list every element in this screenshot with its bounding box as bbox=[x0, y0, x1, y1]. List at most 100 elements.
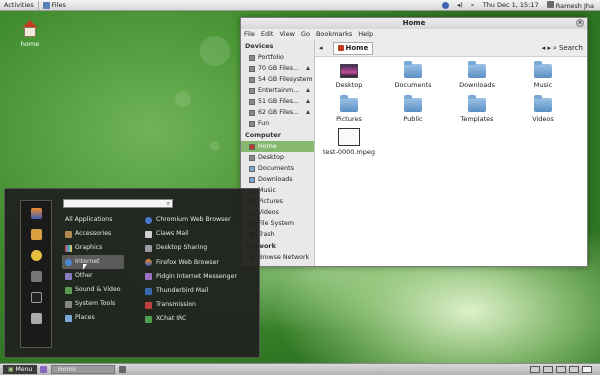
folder-icon bbox=[534, 95, 552, 112]
path-back-icon[interactable]: ◂ bbox=[319, 44, 323, 52]
close-icon[interactable]: × bbox=[576, 19, 584, 27]
volume-icon[interactable]: ◂) bbox=[457, 1, 463, 9]
system-tools-icon bbox=[65, 300, 72, 308]
category-other[interactable]: Other bbox=[62, 269, 124, 283]
workspace-2[interactable] bbox=[543, 366, 553, 373]
workspace-4[interactable] bbox=[569, 366, 579, 373]
search-button[interactable]: ◂ ▸ ⌕ Search bbox=[542, 44, 583, 53]
file-item-pictures[interactable]: Pictures bbox=[324, 95, 374, 123]
sidebar-item-51gb[interactable]: 51 GB Files... bbox=[241, 96, 314, 107]
top-panel: Activities Files ◂) ⌁ Thu Dec 1, 15:17 R… bbox=[0, 0, 600, 11]
nav-arrows-icon[interactable]: ◂ ▸ bbox=[542, 44, 551, 52]
clock[interactable]: Thu Dec 1, 15:17 bbox=[483, 1, 539, 9]
sidebar-item-label: Fun bbox=[258, 120, 270, 127]
eject-icon[interactable] bbox=[306, 110, 310, 114]
window-titlebar[interactable]: Home × bbox=[241, 18, 587, 29]
path-button-home[interactable]: Home bbox=[332, 41, 374, 55]
category-system-tools[interactable]: System Tools bbox=[62, 297, 124, 311]
category-graphics[interactable]: Graphics bbox=[62, 241, 124, 255]
eject-icon[interactable] bbox=[306, 66, 310, 70]
app-transmission[interactable]: Transmission bbox=[145, 298, 257, 312]
menu-bookmarks[interactable]: Bookmarks bbox=[316, 29, 352, 40]
app-label: Firefox Web Browser bbox=[156, 258, 219, 266]
sidebar-item-54gb[interactable]: 54 GB Filesystem bbox=[241, 74, 314, 85]
workspace-3[interactable] bbox=[556, 366, 566, 373]
app-firefox[interactable]: Firefox Web Browser bbox=[145, 256, 257, 270]
accessibility-icon[interactable] bbox=[441, 1, 449, 9]
sidebar-item-fun[interactable]: Fun bbox=[241, 118, 314, 129]
app-chromium[interactable]: Chromium Web Browser bbox=[145, 213, 257, 227]
file-item-videos[interactable]: Videos bbox=[518, 95, 568, 123]
terminal-icon[interactable] bbox=[30, 292, 42, 303]
file-item-mpeg[interactable]: test-0000.mpeg bbox=[319, 128, 379, 156]
file-item-documents[interactable]: Documents bbox=[388, 61, 438, 89]
menu-go[interactable]: Go bbox=[301, 29, 310, 40]
file-item-public[interactable]: Public bbox=[388, 95, 438, 123]
sidebar-item-label: 70 GB Files... bbox=[258, 65, 300, 72]
sidebar-item-downloads[interactable]: Downloads bbox=[241, 174, 314, 185]
category-all-applications[interactable]: All Applications bbox=[62, 213, 124, 227]
menu-file[interactable]: File bbox=[244, 29, 255, 40]
user-menu[interactable]: Ramesh Jha bbox=[546, 0, 594, 10]
app-pidgin[interactable]: Pidgin Internet Messenger bbox=[145, 270, 257, 284]
network-icon[interactable]: ⌁ bbox=[471, 1, 475, 9]
sidebar-item-70gb[interactable]: 70 GB Files... bbox=[241, 63, 314, 74]
activities-button[interactable]: Activities bbox=[4, 1, 34, 9]
sidebar-item-entertainment[interactable]: Entertainm... bbox=[241, 85, 314, 96]
window-title: Home bbox=[402, 19, 426, 27]
category-places[interactable]: Places bbox=[62, 311, 124, 325]
sidebar-item-desktop[interactable]: Desktop bbox=[241, 152, 314, 163]
accessories-icon bbox=[65, 230, 72, 238]
menu-button[interactable]: ▣ Menu bbox=[3, 365, 38, 374]
app-claws-mail[interactable]: Claws Mail bbox=[145, 227, 257, 241]
app-xchat[interactable]: XChat IRC bbox=[145, 312, 257, 326]
menu-edit[interactable]: Edit bbox=[261, 29, 274, 40]
workspace-1[interactable] bbox=[530, 366, 540, 373]
app-menu[interactable]: Files bbox=[42, 1, 66, 9]
app-label: Claws Mail bbox=[156, 230, 189, 238]
category-accessories[interactable]: Accessories bbox=[62, 227, 124, 241]
file-item-templates[interactable]: Templates bbox=[452, 95, 502, 123]
menu-view[interactable]: View bbox=[279, 29, 294, 40]
control-center-icon[interactable] bbox=[30, 271, 42, 282]
trash-applet-icon[interactable] bbox=[582, 366, 592, 373]
show-desktop-icon[interactable] bbox=[119, 366, 127, 373]
file-label: Pictures bbox=[336, 115, 362, 123]
logout-icon[interactable] bbox=[30, 313, 42, 324]
sidebar-item-label: Browse Network bbox=[258, 254, 310, 261]
sidebar-item-documents[interactable]: Documents bbox=[241, 163, 314, 174]
mouse-cursor bbox=[83, 264, 87, 270]
file-item-desktop[interactable]: Desktop bbox=[324, 64, 374, 89]
app-thunderbird[interactable]: Thunderbird Mail bbox=[145, 284, 257, 298]
app-label: Pidgin Internet Messenger bbox=[156, 272, 237, 280]
file-label: Videos bbox=[532, 115, 554, 123]
sidebar-item-label: 54 GB Filesystem bbox=[258, 76, 313, 83]
search-icon: ⌕ bbox=[553, 43, 557, 52]
category-internet[interactable]: Internet bbox=[62, 255, 124, 269]
eject-icon[interactable] bbox=[306, 88, 310, 92]
launcher-icon[interactable] bbox=[40, 366, 48, 373]
folder-icon bbox=[534, 61, 552, 78]
file-item-downloads[interactable]: Downloads bbox=[452, 61, 502, 89]
pidgin-icon bbox=[145, 273, 152, 281]
sidebar-item-home[interactable]: Home bbox=[241, 141, 314, 152]
path-bar: ◂ Home ◂ ▸ ⌕ Search bbox=[315, 40, 587, 57]
sidebar-item-62gb[interactable]: 62 GB Files... bbox=[241, 107, 314, 118]
desktop-home-icon[interactable]: home bbox=[14, 20, 46, 48]
search-label: Search bbox=[558, 44, 583, 52]
sidebar-item-label: 62 GB Files... bbox=[258, 109, 300, 116]
menu-help[interactable]: Help bbox=[358, 29, 373, 40]
firefox-icon[interactable] bbox=[30, 208, 42, 219]
settings-star-icon[interactable] bbox=[30, 250, 42, 261]
menu-search-input[interactable]: ⌕ bbox=[63, 199, 173, 208]
folder-icon bbox=[404, 95, 422, 112]
category-sound-video[interactable]: Sound & Video bbox=[62, 283, 124, 297]
eject-icon[interactable] bbox=[306, 99, 310, 103]
app-desktop-sharing[interactable]: Desktop Sharing bbox=[145, 241, 257, 255]
taskbar-item-home[interactable]: Home bbox=[51, 365, 116, 374]
sidebar-item-label: Documents bbox=[258, 165, 294, 172]
software-manager-icon[interactable] bbox=[30, 229, 42, 240]
sidebar-item-portfolio[interactable]: Portfolio bbox=[241, 52, 314, 63]
mint-logo-icon: ▣ bbox=[8, 366, 14, 373]
file-item-music[interactable]: Music bbox=[518, 61, 568, 89]
